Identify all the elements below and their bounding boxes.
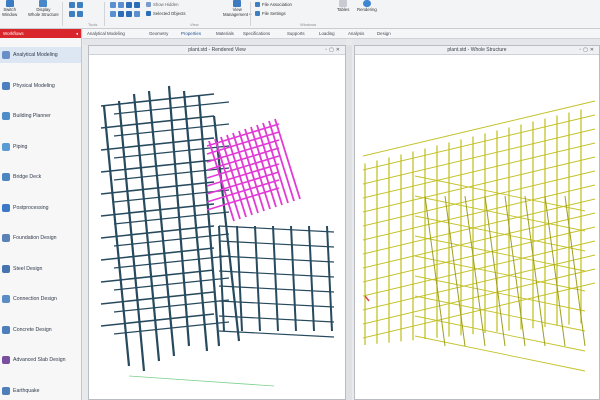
concrete-design-icon (2, 325, 10, 334)
viewport-title: plant.std - Rendered View (89, 46, 345, 55)
view-top-icon[interactable] (126, 2, 132, 8)
workflow-tabs: Analytical Modeling Geometry Properties Mat… (83, 29, 600, 39)
earthquake-icon (2, 386, 10, 395)
show-hidden-tool[interactable]: Show Hidden (146, 2, 179, 7)
viewport-title: plant.std - Whole Structure (355, 46, 599, 55)
tables-icon (339, 0, 348, 7)
sidebar-item-earthquake[interactable]: Earthquake (0, 383, 81, 399)
undo-view-icon[interactable] (126, 11, 132, 17)
sidebar-item-label: Analytical Modeling (13, 52, 58, 58)
window-controls[interactable]: ▫▢✕ (325, 47, 342, 53)
advanced-slab-design-icon (2, 356, 10, 364)
view-back-icon[interactable] (110, 11, 116, 17)
selected-objects-tool[interactable]: Selected Objects (146, 11, 185, 16)
viewport-splitter[interactable] (346, 45, 352, 400)
tables-button[interactable]: Tables (337, 0, 349, 12)
tab-properties[interactable]: Properties (181, 31, 201, 36)
sidebar-item-label: Concrete Design (13, 326, 52, 333)
rendered-view-viewport[interactable]: plant.std - Rendered View ▫▢✕ (88, 45, 346, 400)
tab-supports[interactable]: Supports (287, 31, 305, 36)
sidebar-item-analytical-modeling[interactable]: Analytical Modeling (0, 47, 81, 63)
piping-icon (2, 142, 10, 151)
connection-design-icon (2, 295, 10, 303)
sidebar-item-advanced-slab-design[interactable]: Advanced Slab Design (0, 352, 81, 368)
sidebar-item-foundation-design[interactable]: Foundation Design (0, 230, 81, 246)
sidebar-item-connection-design[interactable]: Connection Design (0, 291, 81, 307)
sidebar-item-label: Steel Design (13, 265, 43, 272)
tab-design[interactable]: Design (377, 31, 391, 36)
steel-design-icon (2, 264, 10, 273)
sidebar-item-bridge-deck[interactable]: Bridge Deck (0, 169, 81, 185)
sidebar-item-label: Piping (13, 143, 28, 150)
refresh-icon[interactable] (118, 11, 124, 17)
eye-icon (146, 2, 151, 7)
tab-specifications[interactable]: Specifications (243, 31, 270, 36)
analytical-modeling-icon (2, 51, 10, 59)
file-icon (255, 2, 260, 7)
view-management-button[interactable]: View Management ▾ (223, 0, 251, 17)
display-whole-structure-button[interactable]: Display Whole Structure (28, 0, 59, 17)
zoom-in-icon[interactable] (69, 2, 75, 8)
workflow-sidebar: Workflows ◂ Analytical Modeling Physical … (0, 29, 82, 400)
structure-icon (39, 0, 48, 7)
building-planner-icon (2, 112, 10, 120)
rendering-button[interactable]: Rendering (357, 0, 377, 12)
file-settings-item[interactable]: File Settings (255, 11, 286, 16)
ribbon-toolbar: Switch Window Display Whole Structure To… (0, 0, 600, 29)
zoom-out-icon[interactable] (77, 2, 83, 8)
staad-pro-window: Switch Window Display Whole Structure To… (0, 0, 600, 400)
view-iso-icon[interactable] (134, 2, 140, 8)
sidebar-item-label: Foundation Design (13, 235, 57, 241)
sidebar-item-physical-modeling[interactable]: Physical Modeling (0, 78, 81, 94)
rendering-icon (362, 0, 371, 7)
sidebar-item-label: Postprocessing (13, 204, 49, 211)
tab-analytical-modeling[interactable]: Analytical Modeling (87, 31, 125, 36)
sidebar-item-label: Earthquake (13, 387, 40, 394)
sidebar-item-label: Connection Design (13, 296, 57, 302)
sidebar-item-label: Bridge Deck (13, 174, 42, 180)
physical-modeling-icon (2, 81, 10, 90)
sidebar-item-label: Advanced Slab Design (13, 357, 66, 363)
redo-view-icon[interactable] (134, 11, 140, 17)
rendered-structure-model (100, 85, 335, 387)
postprocessing-icon (2, 203, 10, 212)
wireframe-structure-model (362, 100, 596, 372)
view-front-icon[interactable] (110, 2, 116, 8)
tab-analysis[interactable]: Analysis (348, 31, 364, 36)
tab-loading[interactable]: Loading (319, 31, 335, 36)
view-side-icon[interactable] (118, 2, 124, 8)
sidebar-item-concrete-design[interactable]: Concrete Design (0, 322, 81, 338)
sidebar-item-label: Building Planner (13, 113, 51, 119)
pan-icon[interactable] (69, 11, 75, 17)
view-management-icon (233, 0, 242, 7)
tab-geometry[interactable]: Geometry (149, 31, 168, 36)
sidebar-item-steel-design[interactable]: Steel Design (0, 261, 81, 277)
tab-materials[interactable]: Materials (216, 31, 234, 36)
bridge-deck-icon (2, 173, 10, 181)
file-association-item[interactable]: File Association (255, 2, 292, 7)
sidebar-item-label: Physical Modeling (13, 82, 55, 89)
window-controls[interactable]: ▫▢✕ (579, 47, 596, 53)
sidebar-header: Workflows ◂ (0, 29, 81, 38)
collapse-icon[interactable]: ◂ (76, 29, 78, 38)
foundation-design-icon (2, 234, 10, 242)
sidebar-item-postprocessing[interactable]: Postprocessing (0, 200, 81, 216)
sidebar-item-building-planner[interactable]: Building Planner (0, 108, 81, 124)
window-icon (5, 0, 14, 7)
settings-icon (255, 11, 260, 16)
whole-structure-viewport[interactable]: plant.std - Whole Structure ▫▢✕ (354, 45, 600, 400)
sidebar-item-piping[interactable]: Piping (0, 139, 81, 155)
rotate-icon[interactable] (77, 11, 83, 17)
switch-window-button[interactable]: Switch Window (2, 0, 17, 17)
select-icon (146, 11, 151, 16)
